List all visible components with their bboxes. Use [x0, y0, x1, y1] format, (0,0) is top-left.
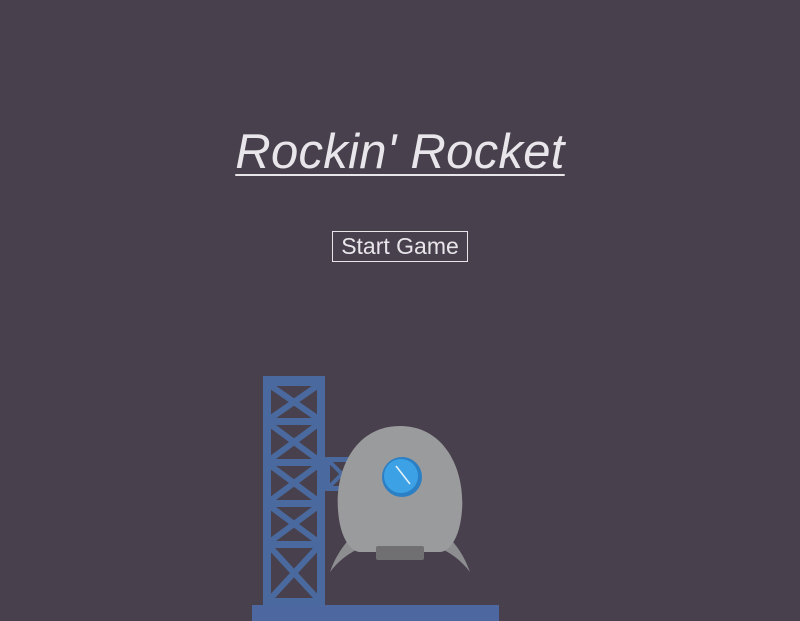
launch-scene: [252, 376, 499, 621]
start-game-button[interactable]: Start Game: [332, 231, 468, 262]
launch-pad: [252, 605, 499, 621]
game-screen: Rockin' Rocket Start Game: [0, 0, 800, 621]
game-title: Rockin' Rocket: [235, 125, 565, 179]
rocket-icon: [330, 426, 470, 572]
